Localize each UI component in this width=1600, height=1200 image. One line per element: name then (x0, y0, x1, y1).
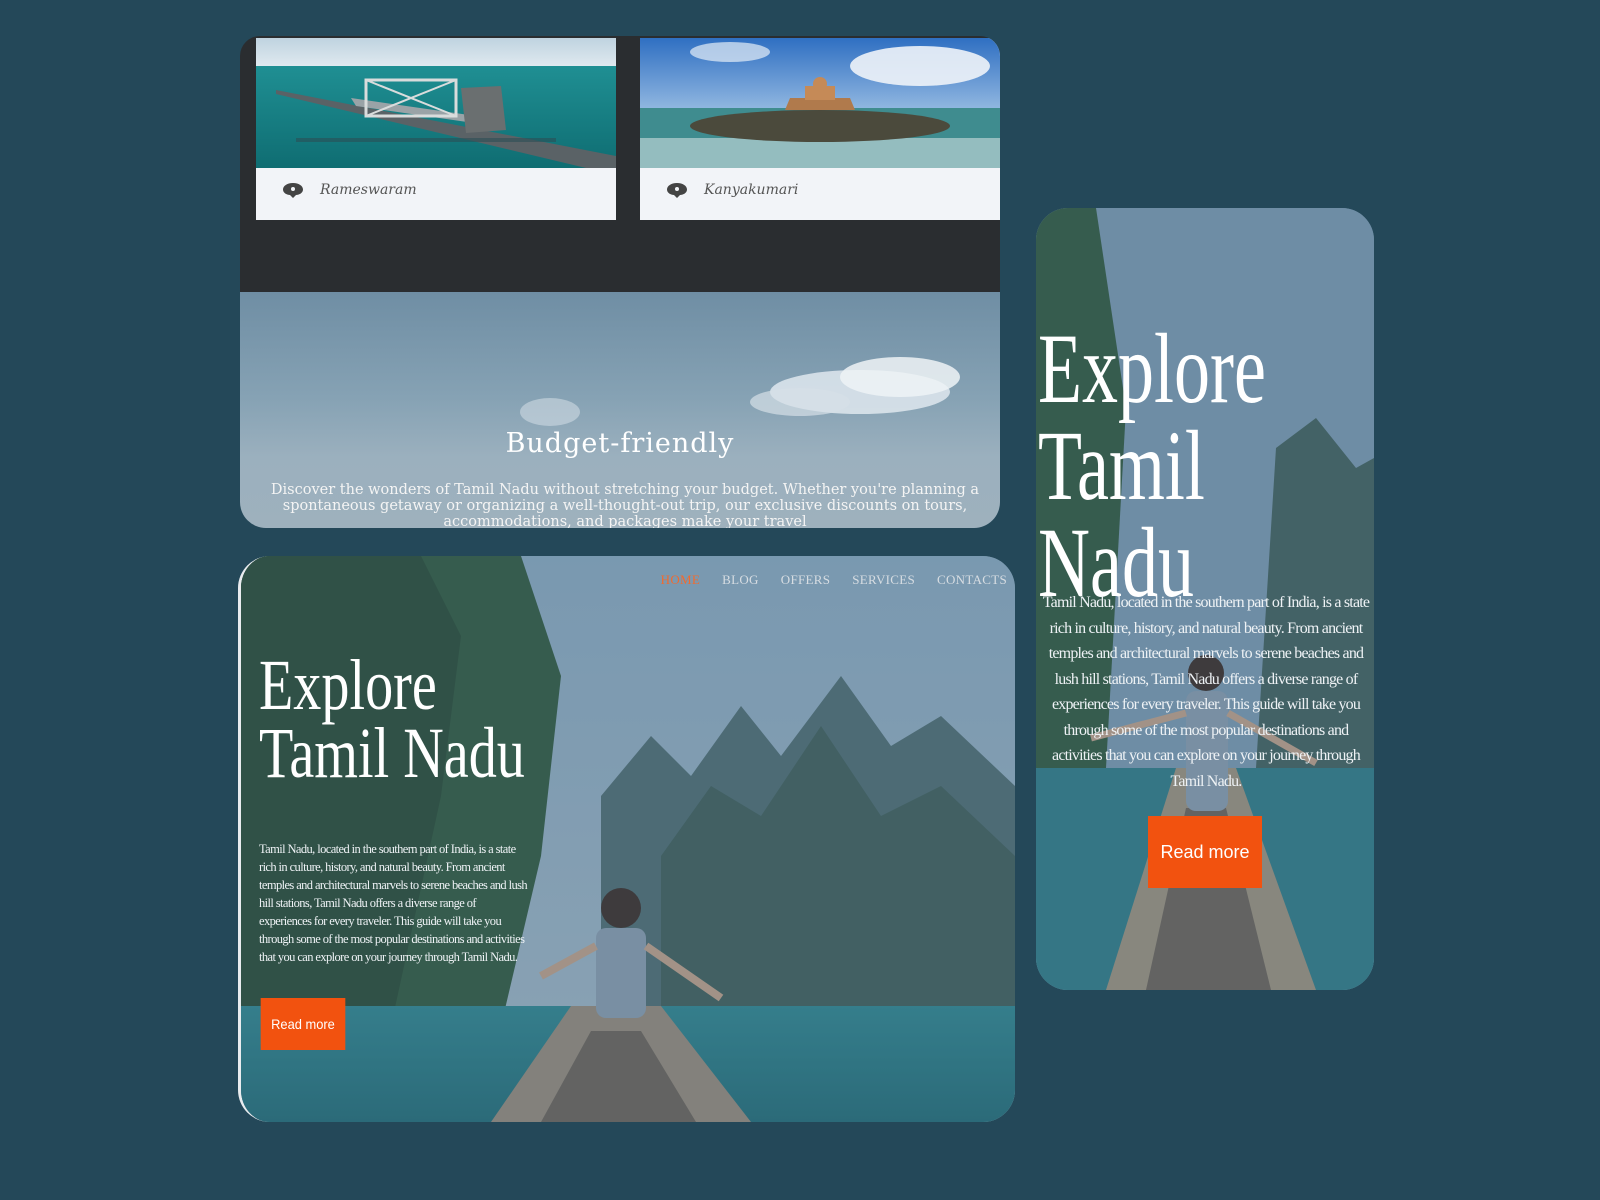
nav-services[interactable]: SERVICES (852, 572, 915, 588)
location-pin-icon (283, 183, 303, 198)
hero-title-line2: Tamil Nadu (1038, 410, 1205, 618)
location-pin-icon (667, 183, 687, 198)
top-navigation: HOME BLOG OFFERS SERVICES CONTACTS (661, 572, 1007, 588)
nav-home[interactable]: HOME (661, 572, 700, 588)
kanyakumari-photo (640, 38, 1000, 168)
destination-name: Kanyakumari (704, 182, 799, 198)
budget-description: Discover the wonders of Tamil Nadu witho… (270, 482, 980, 528)
mobile-hero: Explore Tamil Nadu Tamil Nadu, located i… (1036, 208, 1374, 990)
nav-offers[interactable]: OFFERS (781, 572, 831, 588)
hero-title-line1: Explore (259, 645, 437, 725)
destinations-panel: Rameswaram Kanyakumari (240, 36, 1000, 292)
nav-contacts[interactable]: CONTACTS (937, 572, 1007, 588)
destination-card-rameswaram[interactable]: Rameswaram (256, 38, 616, 220)
budget-title: Budget-friendly (505, 428, 735, 459)
destination-name: Rameswaram (320, 182, 417, 198)
rameswaram-photo (256, 38, 616, 168)
hero-title: Explore Tamil Nadu (259, 645, 525, 794)
hero-title-line1: Explore (1038, 313, 1266, 424)
desktop-hero: HOME BLOG OFFERS SERVICES CONTACTS Explo… (238, 556, 1015, 1122)
read-more-button[interactable]: Read more (260, 998, 346, 1050)
destination-location: Kanyakumari (666, 182, 798, 198)
read-more-button[interactable]: Read more (1148, 816, 1262, 888)
destination-card-kanyakumari[interactable]: Kanyakumari (640, 38, 1000, 220)
destination-location: Rameswaram (282, 182, 417, 198)
hero-description: Tamil Nadu, located in the southern part… (259, 842, 528, 964)
hero-description: Tamil Nadu, located in the southern part… (1042, 594, 1370, 790)
hero-title: Explore Tamil Nadu (1038, 313, 1280, 618)
budget-banner: Budget-friendly Discover the wonders of … (240, 292, 1000, 528)
nav-blog[interactable]: BLOG (722, 572, 759, 588)
hero-title-line2: Tamil Nadu (259, 713, 525, 794)
hero-overlay (241, 556, 1015, 1122)
